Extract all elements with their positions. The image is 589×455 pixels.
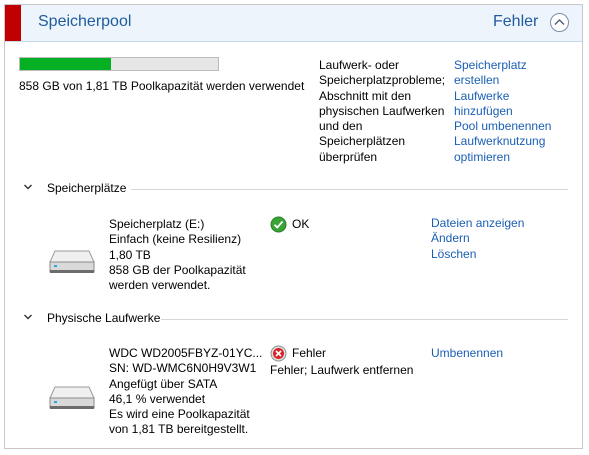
section-label: Speicherplätze xyxy=(47,181,127,195)
problem-description: Laufwerk- oder Speicherplatzprobleme; Ab… xyxy=(319,58,446,164)
drive-capacity-line2: von 1,81 TB bereitgestellt. xyxy=(109,422,249,437)
error-flag xyxy=(5,5,21,41)
pool-usage-fill xyxy=(20,58,112,70)
drive-connection: Angefügt über SATA xyxy=(109,376,218,391)
error-x-icon xyxy=(270,345,287,362)
drive-status-label: Fehler xyxy=(292,346,327,360)
ok-check-icon xyxy=(270,216,287,233)
chevron-down-icon xyxy=(24,314,32,320)
delete-link[interactable]: Löschen xyxy=(431,247,524,262)
change-link[interactable]: Ändern xyxy=(431,231,524,246)
chevron-down-icon xyxy=(24,184,32,190)
optimize-usage-link-line1[interactable]: Laufwerknutzung xyxy=(454,134,564,149)
view-files-link[interactable]: Dateien anzeigen xyxy=(431,216,524,231)
space-size: 1,80 TB xyxy=(109,247,151,262)
section-storage-spaces[interactable]: Speicherplätze xyxy=(23,181,568,197)
collapse-button[interactable] xyxy=(550,13,569,32)
add-drives-link-line1[interactable]: Laufwerke xyxy=(454,89,564,104)
drive-serial: SN: WD-WMC6N0H9V3W1 xyxy=(109,361,257,376)
section-physical-drives[interactable]: Physische Laufwerke xyxy=(23,311,568,327)
optimize-usage-link-line2[interactable]: optimieren xyxy=(454,150,564,165)
pool-usage-text: 858 GB von 1,81 TB Poolkapazität werden … xyxy=(19,79,305,93)
add-drives-link-line2[interactable]: hinzufügen xyxy=(454,104,564,119)
storage-space-details: Speicherplatz (E:) Einfach (keine Resili… xyxy=(109,217,246,293)
physical-drive-details: WDC WD2005FBYZ-01YC... SN: WD-WMC6N0H9V3… xyxy=(109,346,262,438)
pool-actions: Speicherplatz erstellen Laufwerke hinzuf… xyxy=(454,58,564,165)
space-actions: Dateien anzeigen Ändern Löschen xyxy=(431,216,524,262)
section-divider xyxy=(131,189,568,190)
chevron-up-icon xyxy=(554,19,565,25)
pool-header: Speicherpool Fehler xyxy=(5,5,582,42)
pool-status: Fehler xyxy=(493,13,539,30)
rename-drive-link[interactable]: Umbenennen xyxy=(431,346,503,361)
create-space-link-line1[interactable]: Speicherplatz xyxy=(454,58,564,73)
pool-title: Speicherpool xyxy=(38,13,132,30)
drive-actions: Umbenennen xyxy=(431,346,503,361)
drive-icon xyxy=(49,250,95,273)
rename-pool-link[interactable]: Pool umbenennen xyxy=(454,119,564,134)
section-label: Physische Laufwerke xyxy=(47,311,161,325)
create-space-link-line2[interactable]: erstellen xyxy=(454,73,564,88)
drive-model: WDC WD2005FBYZ-01YC... xyxy=(109,346,263,360)
section-divider xyxy=(161,319,568,320)
drive-icon xyxy=(49,386,95,409)
drive-usage: 46,1 % verwendet xyxy=(109,391,206,406)
space-usage-line2: werden verwendet. xyxy=(109,278,211,293)
space-name: Speicherplatz (E:) xyxy=(109,217,205,231)
storage-pool-panel: Speicherpool Fehler 858 GB von 1,81 TB P… xyxy=(4,4,583,449)
drive-capacity-line1: Es wird eine Poolkapazität xyxy=(109,407,250,422)
drive-status-detail: Fehler; Laufwerk entfernen xyxy=(270,363,414,377)
space-status-label: OK xyxy=(292,217,310,231)
space-resiliency: Einfach (keine Resilienz) xyxy=(109,232,242,247)
pool-usage-bar xyxy=(19,57,219,71)
space-usage-line1: 858 GB der Poolkapazität xyxy=(109,262,246,277)
